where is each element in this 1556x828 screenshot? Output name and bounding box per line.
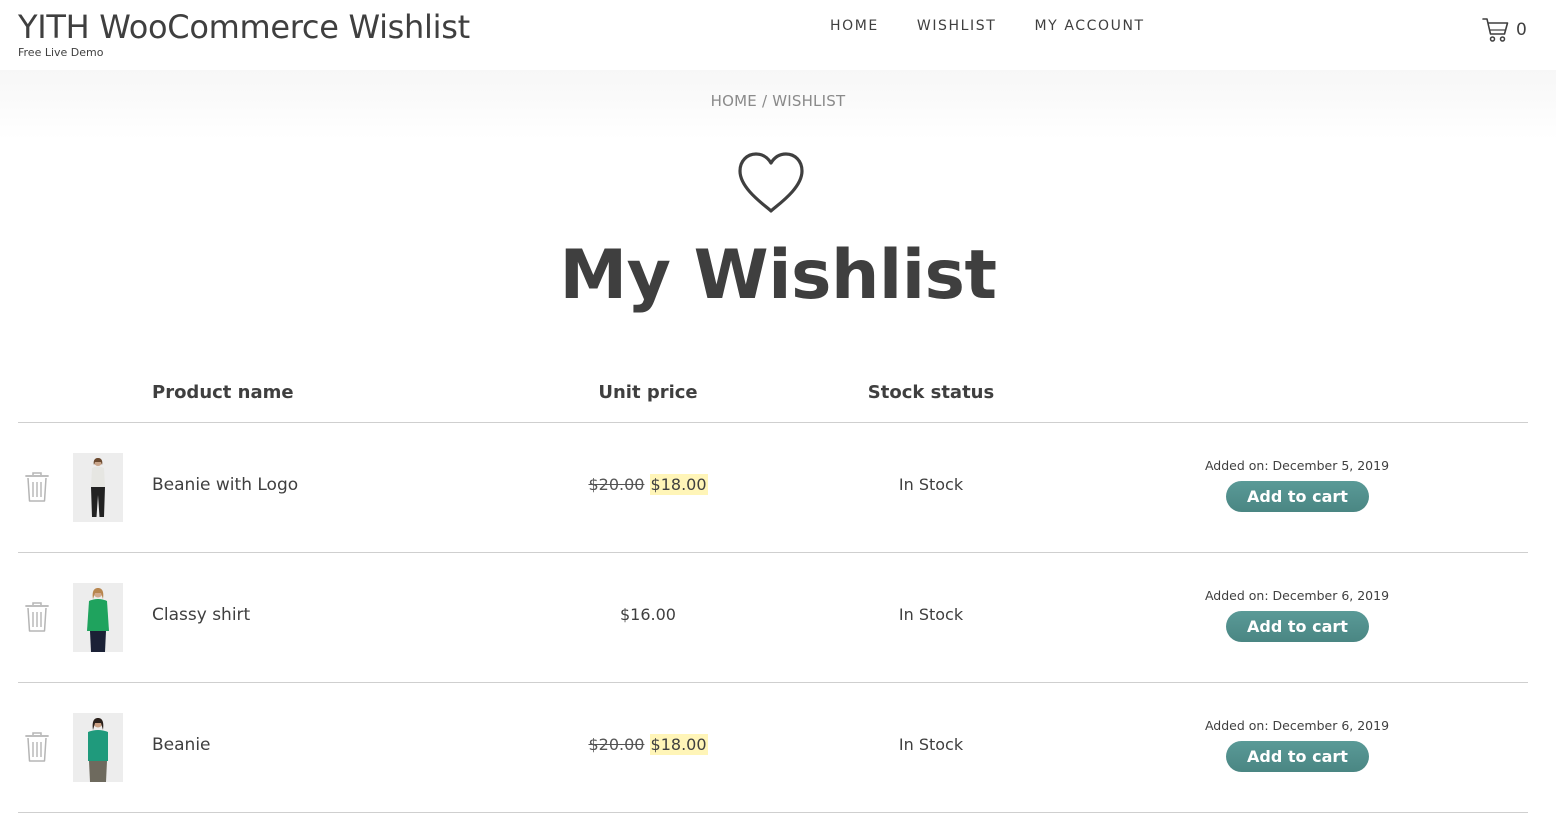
nav-home[interactable]: HOME [830,17,879,35]
heart-outline-icon [738,152,804,213]
date-added: Added on: December 5, 2019 [1204,458,1390,473]
date-added: Added on: December 6, 2019 [1204,718,1390,733]
site-tagline: Free Live Demo [18,46,104,59]
product-image [73,583,123,652]
product-image [73,453,123,522]
regular-price: $20.00 [588,735,645,754]
regular-price: $20.00 [588,475,645,494]
breadcrumb: HOME / WISHLIST [0,92,1556,110]
cart-count: 0 [1516,20,1527,40]
stock-status: In Stock [898,475,964,494]
column-header-stock-status: Stock status [867,382,995,403]
add-to-cart-button[interactable]: Add to cart [1226,481,1369,512]
nav-wishlist[interactable]: WISHLIST [917,17,997,35]
table-row: Beanie with Logo $20.00 $18.00 In Stock … [18,423,1528,553]
sale-price: $18.00 [649,474,708,495]
product-name-link[interactable]: Beanie [152,735,211,755]
product-thumbnail[interactable] [73,453,123,522]
stock-status: In Stock [898,605,964,624]
site-title[interactable]: YITH WooCommerce Wishlist [18,8,470,46]
product-thumbnail[interactable] [73,713,123,782]
cart-button[interactable]: 0 [1482,16,1527,44]
stock-status: In Stock [898,735,964,754]
unit-price: $20.00 $18.00 [558,734,738,755]
add-to-cart-button[interactable]: Add to cart [1226,611,1369,642]
sale-price: $18.00 [649,734,708,755]
main-navigation: HOME WISHLIST MY ACCOUNT [830,17,1183,35]
trash-icon[interactable] [24,601,50,633]
product-thumbnail[interactable] [73,583,123,652]
page-title: My Wishlist [559,236,997,315]
add-to-cart-button[interactable]: Add to cart [1226,741,1369,772]
site-branding: YITH WooCommerce Wishlist Free Live Demo [18,8,470,60]
unit-price: $20.00 $18.00 [558,474,738,495]
product-name-link[interactable]: Classy shirt [152,605,250,625]
trash-icon[interactable] [24,731,50,763]
unit-price: $16.00 [620,605,676,624]
breadcrumb-home[interactable]: HOME [711,92,757,110]
product-image [73,713,123,782]
table-header: Product name Unit price Stock status [18,372,1528,423]
product-name-link[interactable]: Beanie with Logo [152,475,298,495]
column-header-product-name: Product name [152,382,294,403]
nav-my-account[interactable]: MY ACCOUNT [1034,17,1144,35]
table-row: Classy shirt $16.00 In Stock Added on: D… [18,553,1528,683]
breadcrumb-separator: / [756,92,773,110]
table-row: Beanie $20.00 $18.00 In Stock Added on: … [18,683,1528,813]
column-header-unit-price: Unit price [598,382,698,403]
site-header: YITH WooCommerce Wishlist Free Live Demo… [0,0,1556,70]
breadcrumb-current: WISHLIST [772,92,846,110]
cart-icon [1482,18,1509,42]
trash-icon[interactable] [24,471,50,503]
wishlist-table: Product name Unit price Stock status Bea… [18,372,1528,813]
date-added: Added on: December 6, 2019 [1204,588,1390,603]
